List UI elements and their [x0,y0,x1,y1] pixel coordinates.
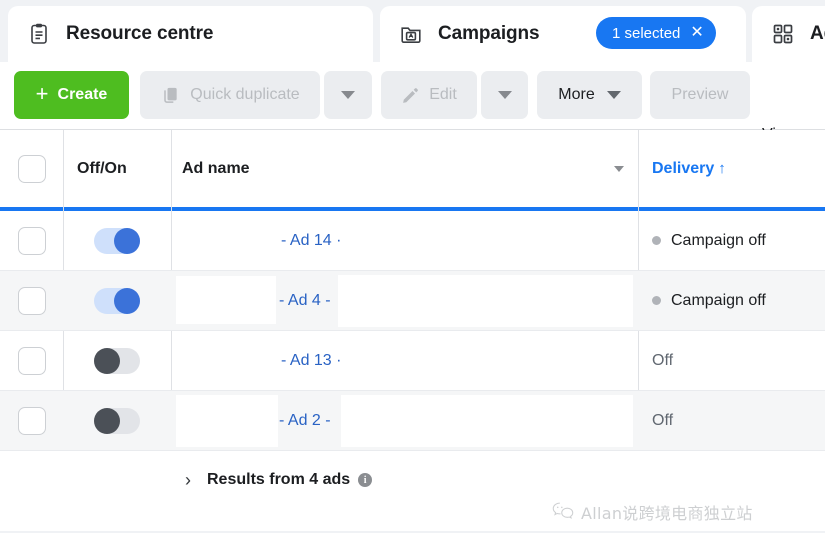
tab-resource-centre[interactable]: Resource centre [8,6,373,62]
delivery-status-label: Off [652,351,674,369]
tab-ads[interactable]: Ad [752,6,825,62]
row-checkbox[interactable] [17,346,46,375]
edit-dropdown-button[interactable] [481,71,528,119]
column-header-adname[interactable]: Ad name [171,130,638,207]
offon-toggle[interactable] [94,227,140,254]
row-toggle-cell [63,391,171,450]
table-header-row: Off/On Ad name Delivery ↑ [0,130,825,207]
results-summary-label: Results from 4 ads [207,471,351,488]
redaction-box [176,395,278,447]
selection-badge[interactable]: 1 selected ✕ [596,17,716,49]
ad-name-link[interactable]: - Ad 13 · [281,352,341,370]
ads-manager-window: Resource centre Campaigns 1 selected ✕ A… [0,0,825,557]
column-header-delivery-label: Delivery [652,159,715,177]
edit-button[interactable]: Edit [381,71,477,119]
quick-duplicate-label: Quick duplicate [190,86,300,103]
chevron-down-icon [497,91,512,99]
quick-duplicate-dropdown-button[interactable] [324,71,372,119]
ads-table: Off/On Ad name Delivery ↑ - Ad 14 · Camp… [0,130,825,531]
horizontal-scrollbar-track[interactable] [0,533,825,557]
ad-name-link[interactable]: - Ad 2 - [279,412,331,430]
edit-button-label: Edit [429,86,457,103]
folder-ad-icon [398,21,424,47]
row-checkbox-cell [0,391,63,450]
offon-toggle[interactable] [94,407,140,434]
status-dot-icon [652,296,661,305]
table-row[interactable]: - Ad 13 · Off [0,331,825,391]
row-delivery-cell: Off [638,331,825,390]
row-checkbox[interactable] [17,286,46,315]
column-header-adname-label: Ad name [182,159,250,177]
chevron-down-icon[interactable] [614,165,624,172]
row-delivery-cell: Campaign off [638,271,825,330]
row-checkbox-cell [0,271,63,330]
create-button-label: Create [57,86,108,103]
status-dot-icon [652,236,661,245]
row-checkbox[interactable] [17,226,46,255]
chevron-down-icon [606,91,621,99]
plus-icon: + [35,81,49,106]
row-adname-cell: - Ad 14 · [171,211,638,270]
more-button-label: More [558,86,595,103]
delivery-status-label: Campaign off [671,231,766,249]
duplicate-icon [160,85,180,105]
row-checkbox-cell [0,331,63,390]
sort-ascending-icon: ↑ [718,160,726,177]
row-checkbox-cell [0,211,63,270]
toggle-knob [94,347,120,374]
pencil-icon [401,86,420,105]
row-adname-cell: - Ad 13 · [171,331,638,390]
redaction-box [341,395,633,447]
column-header-offon-label: Off/On [77,159,127,177]
row-adname-cell: - Ad 4 - [171,271,638,330]
offon-toggle[interactable] [94,347,140,374]
create-button[interactable]: + Create [14,71,129,119]
more-button[interactable]: More [537,71,642,119]
table-row[interactable]: - Ad 2 - Off [0,391,825,451]
info-icon[interactable]: i [358,473,373,487]
row-toggle-cell [63,331,171,390]
row-toggle-cell [63,271,171,330]
results-summary-row[interactable]: › Results from 4 ads i [0,451,825,531]
select-all-checkbox-cell [0,130,63,207]
quick-duplicate-button[interactable]: Quick duplicate [140,71,320,119]
tab-resource-centre-label: Resource centre [66,23,214,44]
ad-name-link[interactable]: - Ad 14 · [281,232,341,250]
grid-icon [770,21,796,47]
chevron-right-icon[interactable]: › [185,471,191,489]
table-row[interactable]: - Ad 4 - Campaign off [0,271,825,331]
table-row[interactable]: - Ad 14 · Campaign off [0,211,825,271]
preview-button-label: Preview [671,86,729,103]
ad-name-link[interactable]: - Ad 4 - [279,292,331,310]
redaction-box [338,275,633,327]
selection-count-label: 1 selected [612,24,681,42]
toggle-knob [114,287,140,314]
preview-button[interactable]: Preview [650,71,750,119]
column-header-delivery[interactable]: Delivery ↑ [638,130,825,207]
select-all-checkbox[interactable] [17,154,46,183]
redaction-box [176,276,276,324]
clipboard-icon [26,21,52,47]
toggle-knob [114,227,140,254]
row-adname-cell: - Ad 2 - [171,391,638,450]
delivery-status-label: Campaign off [671,291,766,309]
toggle-knob [94,407,120,434]
tab-ads-label: Ad [810,23,825,44]
column-header-offon[interactable]: Off/On [63,130,171,207]
row-checkbox[interactable] [17,406,46,435]
close-icon[interactable]: ✕ [690,25,703,41]
chevron-down-icon [341,91,355,99]
row-delivery-cell: Off [638,391,825,450]
row-toggle-cell [63,211,171,270]
row-delivery-cell: Campaign off [638,211,825,270]
tab-campaigns-label: Campaigns [438,23,540,44]
tab-strip: Resource centre Campaigns 1 selected ✕ A [0,0,825,62]
delivery-status-label: Off [652,411,674,429]
toolbar: + Create Quick duplicate Edit More Previ… [0,62,825,168]
offon-toggle[interactable] [94,287,140,314]
